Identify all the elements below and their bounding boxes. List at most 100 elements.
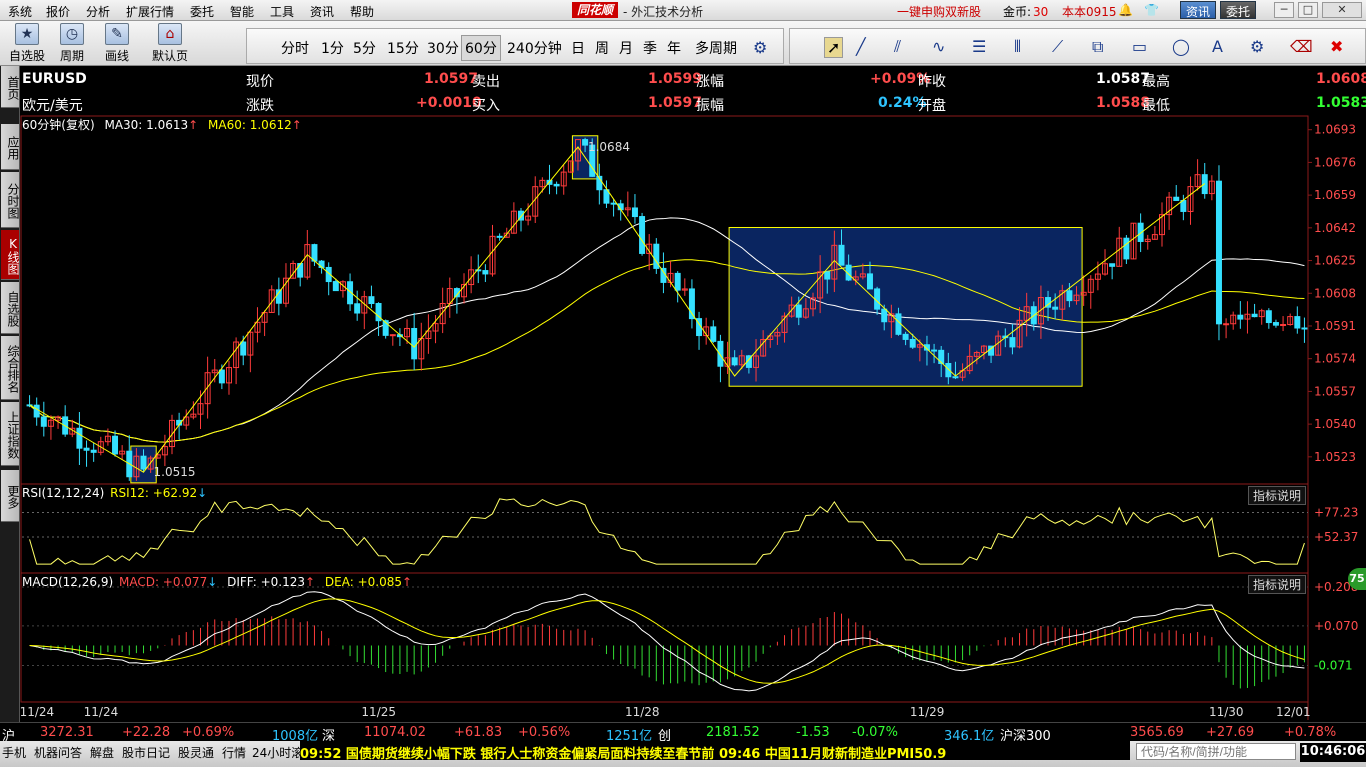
rsi-header: RSI(12,12,24) RSI12: +62.92↓ [22, 486, 207, 500]
self-select-button[interactable]: ★ 自选股 [7, 23, 47, 64]
candle-body [482, 270, 489, 275]
candle-body [660, 267, 667, 283]
news-ticker[interactable]: 09:52 国债期货继续小幅下跌 银行人士称资金偏紧局面料持续至春节前 09:4… [300, 741, 1130, 760]
minimize-icon[interactable]: ─ [1274, 2, 1294, 18]
vertical-lines-icon[interactable]: ⦀ [1014, 37, 1021, 57]
ma60-value: MA60: 1.0612 [208, 118, 292, 132]
date-label: 12/01 [1276, 705, 1311, 719]
notification-badge[interactable]: 75 [1348, 568, 1366, 590]
value-high: 1.0608 [1316, 71, 1366, 87]
account-name[interactable]: 本本0915 [1062, 3, 1117, 20]
rsi-arrow: ↓ [197, 486, 208, 500]
menu-system[interactable]: 系统 [8, 3, 32, 20]
star-icon: ★ [15, 23, 39, 45]
menu-analysis[interactable]: 分析 [86, 3, 110, 20]
menu-help[interactable]: 帮助 [350, 3, 374, 20]
label-low: 最低 [1142, 98, 1170, 114]
period-week[interactable]: 周 [595, 38, 609, 58]
value-sell: 1.0599 [648, 71, 703, 87]
cursor-icon[interactable]: ➚ [824, 37, 844, 58]
period-quarter[interactable]: 季 [643, 38, 657, 58]
gear-icon[interactable]: ⚙ [753, 38, 767, 57]
price-tick-label: 1.0591 [1314, 319, 1356, 333]
tab-watchlist[interactable]: 自选股 [1, 282, 20, 334]
period-5m[interactable]: 5分 [353, 38, 376, 58]
period-year[interactable]: 年 [667, 38, 681, 58]
delete-icon[interactable]: ✖ [1330, 37, 1343, 56]
period-240m[interactable]: 240分钟 [507, 38, 562, 58]
rectangle-icon[interactable]: ▭ [1132, 37, 1147, 56]
period-60m[interactable]: 60分 [461, 35, 501, 61]
bottom-tab-market[interactable]: 行情 [222, 744, 246, 761]
period-button[interactable]: ◷ 周期 [52, 23, 92, 64]
period-15m[interactable]: 15分 [387, 38, 419, 58]
period-1m[interactable]: 1分 [321, 38, 344, 58]
shirt-icon[interactable]: 👕 [1144, 3, 1159, 17]
price-tick-label: 1.0642 [1314, 221, 1356, 235]
promo-link[interactable]: 一键申购双新股 [897, 3, 981, 20]
candle-body [881, 308, 888, 323]
label-high: 最高 [1142, 74, 1170, 90]
tab-kline[interactable]: K线图 [1, 230, 20, 280]
draw-label: 画线 [104, 49, 129, 63]
period-multi[interactable]: 多周期 [695, 38, 737, 58]
period-30m[interactable]: 30分 [427, 38, 459, 58]
default-page-button[interactable]: ⌂ 默认页 [150, 23, 190, 64]
bottom-tab-diary[interactable]: 股市日记 [122, 744, 170, 761]
bottom-tab-analysis[interactable]: 解盘 [90, 744, 114, 761]
candle-body [1123, 237, 1130, 260]
tab-timeshare[interactable]: 分时图 [1, 172, 20, 228]
period-label: 周期 [59, 49, 84, 63]
eraser-icon[interactable]: ⌫ [1290, 37, 1313, 56]
channel-icon[interactable]: ⟋ [1052, 37, 1063, 57]
bottom-tab-mobile[interactable]: 手机 [2, 744, 26, 761]
fibonacci-icon[interactable]: ☰ [972, 37, 986, 56]
search-input[interactable] [1136, 743, 1296, 760]
news-button[interactable]: 资讯 [1180, 1, 1217, 19]
value-price: 1.0597 [424, 71, 479, 87]
chart-area[interactable]: 1.0693 1.0676 1.0659 1.0642 1.0625 1.0608 1.05… [20, 66, 1366, 720]
rsi-explain-button[interactable]: 指标说明 [1248, 486, 1307, 505]
tab-sh-index[interactable]: 上证指数 [1, 402, 20, 466]
tab-ranking[interactable]: 综合排名 [1, 336, 20, 400]
bottom-tab-lingtong[interactable]: 股灵通 [178, 744, 214, 761]
candle-body [674, 272, 681, 291]
menu-tools[interactable]: 工具 [270, 3, 294, 20]
parallel-line-icon[interactable]: ⫽ [894, 37, 901, 57]
candle-body [838, 244, 845, 266]
ellipse-icon[interactable]: ◯ [1172, 37, 1190, 56]
sz-change: +61.83 [454, 725, 503, 740]
settings-icon[interactable]: ⚙ [1250, 37, 1264, 56]
trade-button[interactable]: 委托 [1220, 1, 1257, 19]
macd-explain-button[interactable]: 指标说明 [1248, 575, 1307, 594]
bottom-tab-qa[interactable]: 机器问答 [34, 744, 82, 761]
candle-body [83, 447, 90, 451]
menu-quote[interactable]: 报价 [46, 3, 70, 20]
tab-apps[interactable]: 应用 [1, 124, 20, 170]
tab-home[interactable]: 首页 [1, 66, 20, 108]
tab-more[interactable]: 更多 [1, 470, 20, 522]
maximize-icon[interactable]: □ [1298, 2, 1318, 18]
candle-body [945, 363, 952, 378]
price-tick-label: 1.0625 [1314, 254, 1356, 268]
self-select-label: 自选股 [8, 49, 45, 63]
period-day[interactable]: 日 [571, 38, 585, 58]
menu-ext-market[interactable]: 扩展行情 [126, 3, 174, 20]
line-icon[interactable]: ╱ [856, 37, 866, 56]
candle-body [1251, 313, 1258, 318]
bell-icon[interactable]: 🔔 [1118, 3, 1133, 17]
label-buy: 买入 [472, 98, 500, 114]
close-icon[interactable]: ✕ [1322, 2, 1362, 18]
ma-header: 60分钟(复权) MA30: 1.0613↑ MA60: 1.0612↑ [22, 116, 302, 133]
candle-body [1280, 324, 1287, 327]
sz-pct: +0.56% [518, 725, 571, 740]
pattern-icon[interactable]: ⧉ [1092, 37, 1103, 57]
menu-smart[interactable]: 智能 [230, 3, 254, 20]
wave-icon[interactable]: ∿ [932, 37, 945, 56]
menu-trade[interactable]: 委托 [190, 3, 214, 20]
draw-button[interactable]: ✎ 画线 [97, 23, 137, 64]
period-month[interactable]: 月 [619, 38, 633, 58]
period-tick[interactable]: 分时 [281, 38, 309, 58]
text-icon[interactable]: A [1212, 37, 1223, 56]
menu-news[interactable]: 资讯 [310, 3, 334, 20]
